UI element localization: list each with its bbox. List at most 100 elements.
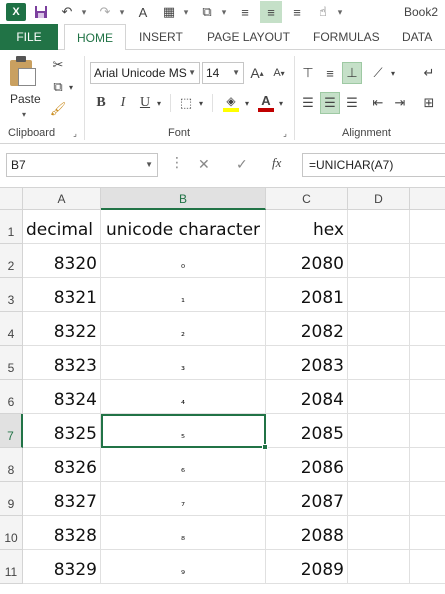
- clipboard-launcher-icon[interactable]: ⌟: [70, 127, 80, 139]
- paste-button-label[interactable]: Paste: [10, 92, 41, 106]
- align-right-icon[interactable]: ☰: [342, 92, 362, 114]
- font-size-select[interactable]: 14 ▼: [202, 62, 244, 84]
- borders-dropdown-icon[interactable]: ▾: [196, 92, 206, 114]
- cell-d2[interactable]: [348, 244, 410, 278]
- font-launcher-icon[interactable]: ⌟: [280, 127, 290, 139]
- cell-b8[interactable]: ₆: [101, 448, 266, 482]
- copy-dropdown-icon[interactable]: ▾: [66, 78, 76, 96]
- row-header[interactable]: 6: [0, 380, 23, 414]
- cell-c5[interactable]: 2083: [266, 346, 348, 380]
- cell-b2[interactable]: ₀: [101, 244, 266, 278]
- cell-a10[interactable]: 8328: [23, 516, 101, 550]
- row-header[interactable]: 3: [0, 278, 23, 312]
- tab-home[interactable]: HOME: [64, 24, 126, 51]
- cell-a6[interactable]: 8324: [23, 380, 101, 414]
- cell-b9[interactable]: ₇: [101, 482, 266, 516]
- row-header[interactable]: 11: [0, 550, 23, 584]
- fill-color-dropdown-icon[interactable]: ▾: [242, 92, 252, 114]
- underline-button[interactable]: U: [136, 92, 154, 114]
- tab-insert[interactable]: INSERT: [139, 24, 183, 50]
- formula-bar-grip-icon[interactable]: ⋮: [170, 154, 184, 171]
- tab-formulas[interactable]: FORMULAS: [313, 24, 380, 50]
- wrap-text-icon[interactable]: ↵: [418, 62, 440, 84]
- cell-e10[interactable]: [410, 516, 445, 550]
- column-header-b[interactable]: B: [101, 188, 266, 210]
- align-left-qat-icon[interactable]: ≡: [234, 1, 256, 23]
- orientation-icon[interactable]: ⟋: [368, 62, 388, 84]
- customize-qat-icon[interactable]: ▾: [334, 1, 346, 23]
- insert-function-icon[interactable]: fx: [272, 155, 281, 171]
- column-header-e[interactable]: E: [410, 188, 445, 210]
- formula-input[interactable]: =UNICHAR(A7): [302, 153, 445, 177]
- align-center-qat-icon[interactable]: ≡: [260, 1, 282, 23]
- align-right-qat-icon[interactable]: ≡: [286, 1, 308, 23]
- paste-special-dropdown-icon[interactable]: ▾: [218, 1, 230, 23]
- redo-icon[interactable]: ↷: [94, 1, 116, 23]
- shrink-font-icon[interactable]: A ▾: [270, 62, 288, 84]
- save-icon[interactable]: [30, 1, 52, 23]
- cut-icon[interactable]: ✂: [48, 56, 68, 74]
- redo-dropdown-icon[interactable]: ▾: [116, 1, 128, 23]
- cell-b5[interactable]: ₃: [101, 346, 266, 380]
- cell-d6[interactable]: [348, 380, 410, 414]
- fill-handle[interactable]: [262, 444, 268, 450]
- borders-icon[interactable]: ⬚: [176, 92, 196, 114]
- merge-center-icon[interactable]: ⊞: [418, 92, 440, 114]
- column-header-c[interactable]: C: [266, 188, 348, 210]
- underline-dropdown-icon[interactable]: ▾: [154, 92, 164, 114]
- name-box[interactable]: B7 ▼: [6, 153, 158, 177]
- cell-e9[interactable]: [410, 482, 445, 516]
- cell-e11[interactable]: [410, 550, 445, 584]
- cell-b1[interactable]: unicode character: [101, 210, 266, 244]
- font-color-icon[interactable]: A: [256, 92, 276, 114]
- cell-d1[interactable]: [348, 210, 410, 244]
- borders-dropdown-icon[interactable]: ▾: [180, 1, 192, 23]
- cancel-formula-icon[interactable]: ✕: [198, 156, 210, 173]
- cell-e2[interactable]: [410, 244, 445, 278]
- cell-a2[interactable]: 8320: [23, 244, 101, 278]
- cell-c1[interactable]: hex: [266, 210, 348, 244]
- undo-dropdown-icon[interactable]: ▾: [78, 1, 90, 23]
- tab-file[interactable]: FILE: [0, 24, 58, 50]
- cell-a11[interactable]: 8329: [23, 550, 101, 584]
- format-painter-icon[interactable]: 🖌: [48, 100, 68, 118]
- paste-icon[interactable]: [10, 56, 38, 86]
- increase-indent-icon[interactable]: ⇥: [390, 92, 410, 114]
- cell-b10[interactable]: ₈: [101, 516, 266, 550]
- cell-b7[interactable]: ₅: [101, 414, 266, 448]
- tab-data[interactable]: DATA: [402, 24, 432, 50]
- cell-d5[interactable]: [348, 346, 410, 380]
- cell-c10[interactable]: 2088: [266, 516, 348, 550]
- touch-mode-icon[interactable]: ☝: [312, 1, 334, 23]
- copy-icon[interactable]: ⧉: [48, 78, 68, 96]
- font-name-select[interactable]: Arial Unicode MS ▼: [90, 62, 200, 84]
- row-header[interactable]: 2: [0, 244, 23, 278]
- row-header[interactable]: 8: [0, 448, 23, 482]
- cell-c11[interactable]: 2089: [266, 550, 348, 584]
- bottom-align-icon[interactable]: ⊥: [342, 62, 362, 84]
- row-header[interactable]: 1: [0, 210, 23, 244]
- cell-b4[interactable]: ₂: [101, 312, 266, 346]
- cell-e6[interactable]: [410, 380, 445, 414]
- cell-b11[interactable]: ₉: [101, 550, 266, 584]
- row-header[interactable]: 7: [0, 414, 23, 448]
- cell-c7[interactable]: 2085: [266, 414, 348, 448]
- cell-d11[interactable]: [348, 550, 410, 584]
- cell-d3[interactable]: [348, 278, 410, 312]
- cell-c8[interactable]: 2086: [266, 448, 348, 482]
- cell-d4[interactable]: [348, 312, 410, 346]
- grow-font-icon[interactable]: A ▴: [248, 62, 266, 84]
- cell-d8[interactable]: [348, 448, 410, 482]
- cell-c4[interactable]: 2082: [266, 312, 348, 346]
- select-all-corner[interactable]: [0, 188, 23, 210]
- column-header-a[interactable]: A: [23, 188, 101, 210]
- cell-a3[interactable]: 8321: [23, 278, 101, 312]
- cell-a5[interactable]: 8323: [23, 346, 101, 380]
- fill-color-icon[interactable]: ◈: [220, 92, 242, 114]
- decrease-indent-icon[interactable]: ⇤: [368, 92, 388, 114]
- cell-e5[interactable]: [410, 346, 445, 380]
- cell-a4[interactable]: 8322: [23, 312, 101, 346]
- paste-special-qat-icon[interactable]: ⧉: [196, 1, 218, 23]
- cell-c2[interactable]: 2080: [266, 244, 348, 278]
- align-left-icon[interactable]: ☰: [298, 92, 318, 114]
